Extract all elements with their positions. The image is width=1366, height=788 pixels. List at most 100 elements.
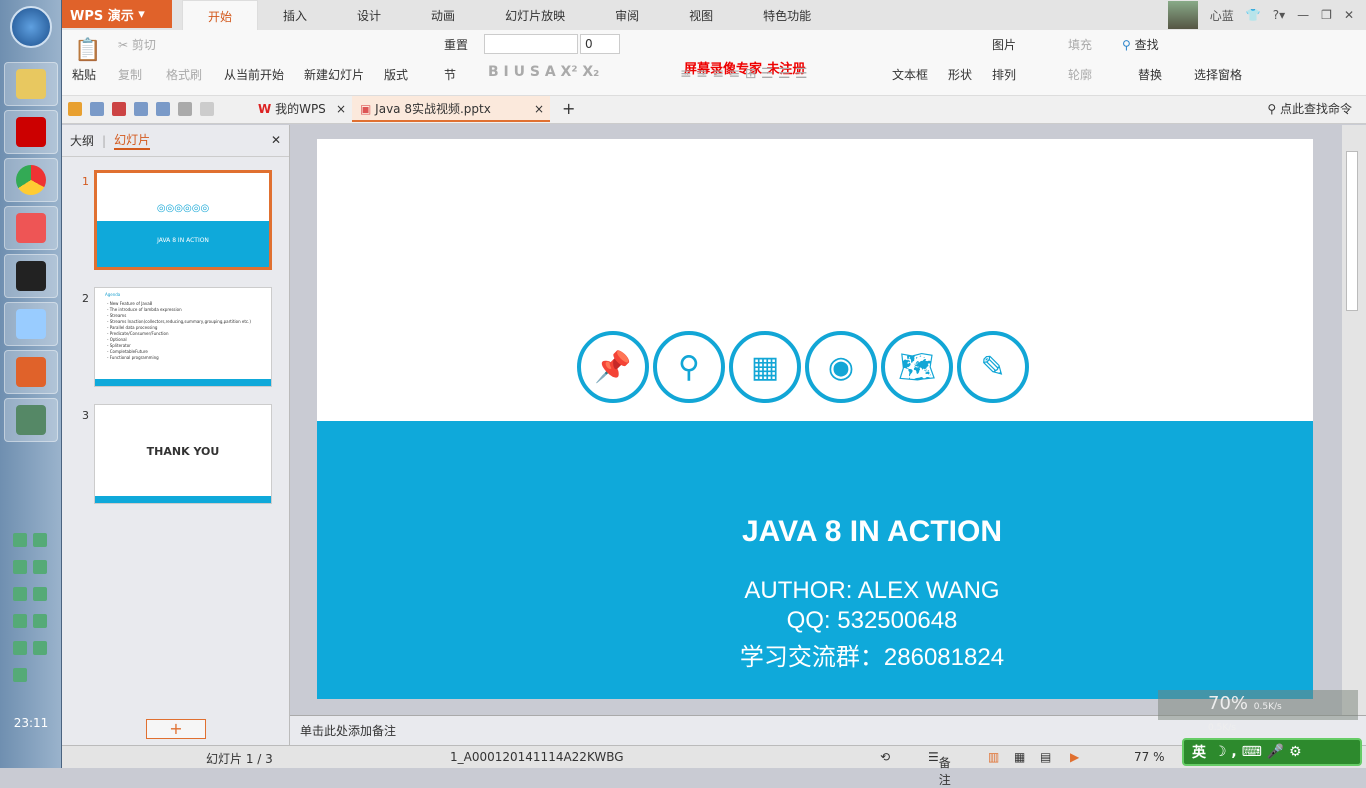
- section-button[interactable]: 节: [444, 66, 456, 83]
- status-bar: 幻灯片 1 / 3 1_A000120141114A22KWBG ⟲ ☰ 备注 …: [62, 745, 1366, 787]
- fill-button[interactable]: 填充: [1068, 36, 1092, 53]
- slide-title: JAVA 8 IN ACTION: [741, 515, 1003, 548]
- command-search[interactable]: ⚲ 点此查找命令: [1259, 96, 1360, 122]
- minimize-button[interactable]: —: [1297, 8, 1309, 22]
- world-map-icon: 🗺: [881, 331, 953, 403]
- tab-insert[interactable]: 插入: [258, 0, 332, 30]
- search-icon: ⚲: [1122, 38, 1131, 52]
- grid-icon: ▦: [729, 331, 801, 403]
- ribbon: 📋 粘贴 ✂ 剪切 复制 格式刷 从当前开始 新建幻灯片 版式 重置 节 0 B…: [62, 30, 1366, 96]
- cut-button[interactable]: ✂ 剪切: [118, 36, 156, 53]
- restore-button[interactable]: ❐: [1321, 8, 1332, 22]
- tab-slideshow[interactable]: 幻灯片放映: [480, 0, 590, 30]
- redo-icon[interactable]: [200, 102, 214, 116]
- wps-menu-button[interactable]: WPS 演示 ▾: [62, 0, 172, 28]
- slide-1[interactable]: 📌 ⚲ ▦ ◉ 🗺 ✎ JAVA 8 IN ACTION AUTHOR: ALE…: [317, 139, 1313, 699]
- align-icons[interactable]: ≡ ≡ ≡ ≡ ⊞ ☰ ☰ ☰: [680, 66, 807, 82]
- sorter-view-icon[interactable]: ▦: [1014, 750, 1025, 764]
- monitor-app[interactable]: [4, 398, 58, 442]
- shape-button[interactable]: 形状: [948, 66, 972, 83]
- arrange-button[interactable]: 排列: [992, 66, 1016, 83]
- start-button[interactable]: [10, 6, 52, 48]
- slideshow-icon[interactable]: ▶: [1070, 750, 1079, 764]
- pin-icon: 📌: [577, 331, 649, 403]
- notes-toggle[interactable]: ☰ 备注: [928, 750, 951, 787]
- copy-button[interactable]: 复制: [118, 66, 142, 83]
- pdf-icon[interactable]: [112, 102, 126, 116]
- ime-toolbar[interactable]: 英 ☽ , ⌨ 🎤 ⚙: [1182, 738, 1362, 766]
- slide-position: 幻灯片 1 / 3: [206, 752, 273, 766]
- pdf-app[interactable]: [4, 110, 58, 154]
- slide-group: 学习交流群：286081824: [739, 644, 1005, 671]
- tab-features[interactable]: 特色功能: [738, 0, 836, 30]
- history-icon[interactable]: ⟲: [880, 750, 890, 764]
- selection-pane-button[interactable]: 选择窗格: [1194, 66, 1242, 83]
- slide-thumbnail-3[interactable]: THANK YOU: [94, 404, 272, 504]
- new-tab-button[interactable]: +: [554, 96, 583, 122]
- slide-author: AUTHOR: ALEX WANG: [744, 577, 1000, 604]
- text-box-button[interactable]: 文本框: [892, 66, 928, 83]
- slide-number: 1: [82, 175, 89, 188]
- search-icon: ⚲: [653, 331, 725, 403]
- open-icon[interactable]: [68, 102, 82, 116]
- font-size-select[interactable]: 0: [580, 34, 620, 54]
- doc-tab-pptx[interactable]: ▣ Java 8实战视频.pptx ×: [352, 96, 550, 122]
- doc-tab-mywps[interactable]: W 我的WPS ×: [250, 96, 350, 122]
- tab-slides[interactable]: 幻灯片: [114, 131, 151, 150]
- format-painter-button[interactable]: 格式刷: [166, 66, 202, 83]
- save-icon[interactable]: [90, 102, 104, 116]
- close-button[interactable]: ✕: [1344, 8, 1354, 22]
- eye-icon: ◉: [805, 331, 877, 403]
- avatar[interactable]: [1167, 1, 1198, 29]
- new-slide-button[interactable]: 新建幻灯片: [304, 66, 364, 83]
- reading-view-icon[interactable]: ▤: [1040, 750, 1051, 764]
- slide-canvas: 📌 ⚲ ▦ ◉ 🗺 ✎ JAVA 8 IN ACTION AUTHOR: ALE…: [290, 125, 1342, 715]
- close-panel-icon[interactable]: ✕: [271, 133, 281, 147]
- intellij-app[interactable]: [4, 254, 58, 298]
- wps-app[interactable]: [4, 350, 58, 394]
- tab-animation[interactable]: 动画: [406, 0, 480, 30]
- slides-panel: 大纲 | 幻灯片 ✕ 1 ◎◎◎◎◎◎ JAVA 8 IN ACTION 2 Ag…: [62, 125, 290, 745]
- slide-thumbnail-2[interactable]: Agenda - New Feature of Java8- The intro…: [94, 287, 272, 387]
- print-icon[interactable]: [134, 102, 148, 116]
- layout-button[interactable]: 版式: [384, 66, 408, 83]
- find-button[interactable]: ⚲ 查找: [1122, 36, 1159, 53]
- picture-button[interactable]: 图片: [992, 36, 1016, 53]
- chrome-app[interactable]: [4, 158, 58, 202]
- add-slide-button[interactable]: +: [146, 719, 206, 739]
- preview-icon[interactable]: [156, 102, 170, 116]
- tab-review[interactable]: 审阅: [590, 0, 664, 30]
- font-name-select[interactable]: [484, 34, 578, 54]
- play-from-current-button[interactable]: 从当前开始: [224, 66, 284, 83]
- skin-icon[interactable]: 👕: [1246, 8, 1261, 22]
- vertical-scrollbar[interactable]: [1342, 125, 1366, 715]
- paste-button[interactable]: 粘贴: [72, 66, 96, 83]
- zoom-level[interactable]: 77 %: [1134, 750, 1165, 764]
- notepad-app[interactable]: [4, 302, 58, 346]
- quick-access-toolbar: [68, 102, 214, 116]
- text-format-icons[interactable]: B I U S A X² X₂: [488, 64, 599, 80]
- windows-taskbar: 23:11: [0, 0, 62, 768]
- slide-qq: QQ: 532500648: [786, 607, 958, 634]
- tab-outline[interactable]: 大纲: [70, 132, 94, 149]
- paint-app[interactable]: [4, 206, 58, 250]
- system-tray: [10, 528, 54, 690]
- edit-icon: ✎: [957, 331, 1029, 403]
- network-monitor-widget: 70% 0.5K/s 0.5K/s: [1158, 690, 1358, 733]
- slide-thumbnail-1[interactable]: ◎◎◎◎◎◎ JAVA 8 IN ACTION: [94, 170, 272, 270]
- slide-number: 3: [82, 409, 89, 422]
- tab-design[interactable]: 设计: [332, 0, 406, 30]
- tab-view[interactable]: 视图: [664, 0, 738, 30]
- reset-button[interactable]: 重置: [444, 36, 468, 53]
- outline-button[interactable]: 轮廓: [1068, 66, 1092, 83]
- tab-home[interactable]: 开始: [182, 0, 259, 30]
- title-band: JAVA 8 IN ACTION AUTHOR: ALEX WANG QQ: 5…: [317, 421, 1313, 699]
- agenda-item: - Functional programming: [107, 355, 159, 360]
- undo-icon[interactable]: [178, 102, 192, 116]
- normal-view-icon[interactable]: ▥: [988, 750, 999, 764]
- user-name[interactable]: 心蓝: [1210, 7, 1234, 24]
- help-icon[interactable]: ?▾: [1273, 8, 1285, 22]
- replace-button[interactable]: 替换: [1138, 66, 1162, 83]
- app-name: WPS 演示: [70, 8, 134, 24]
- explorer-app[interactable]: [4, 62, 58, 106]
